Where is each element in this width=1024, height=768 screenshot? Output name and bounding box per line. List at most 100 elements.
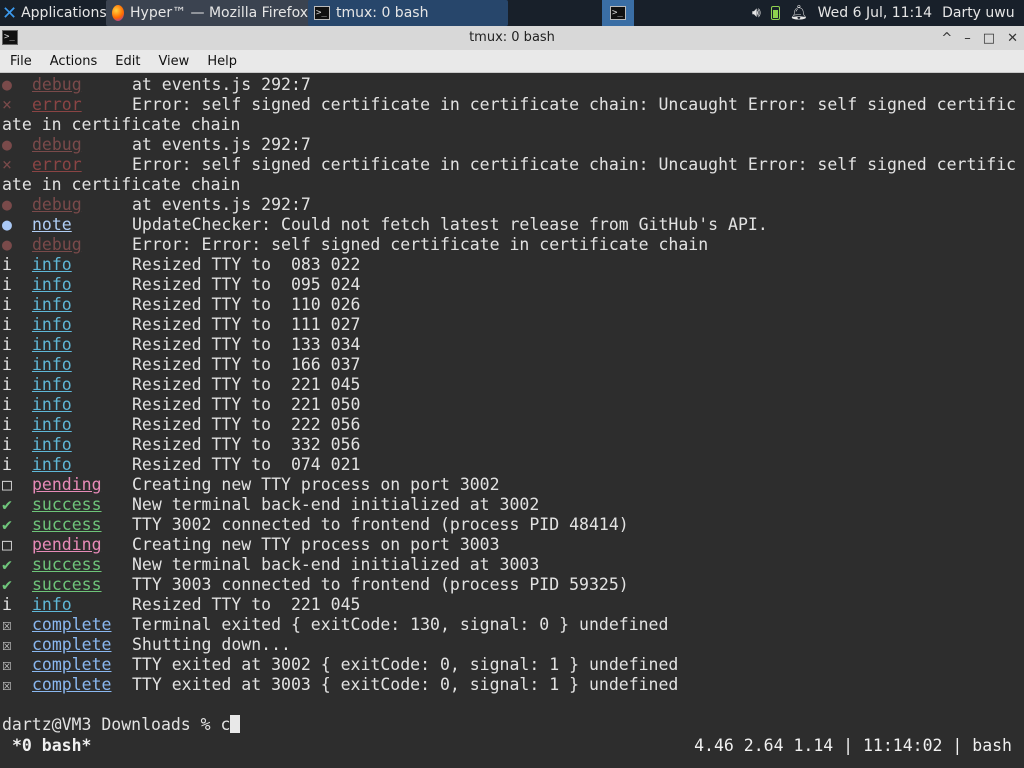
shell-prompt-line[interactable]: dartz@VM3 Downloads % c — [2, 715, 241, 735]
log-level: success — [32, 495, 102, 514]
info-status-icon: i — [2, 315, 12, 334]
log-message: Shutting down... — [132, 635, 291, 654]
log-level: debug — [32, 135, 82, 154]
log-level: complete — [32, 615, 112, 634]
log-level: info — [32, 315, 72, 334]
log-level: info — [32, 375, 72, 394]
notification-bell-icon[interactable]: 🔔︎ — [790, 5, 808, 21]
complete-status-icon: ☒ — [2, 635, 12, 654]
log-level: info — [32, 335, 72, 354]
log-message: Terminal exited { exitCode: 130, signal:… — [132, 615, 669, 634]
volume-icon[interactable]: 🔊︎ — [752, 5, 761, 21]
applications-menu[interactable]: ✕ Applications — [2, 0, 107, 26]
log-level: debug — [32, 195, 82, 214]
pending-status-icon: □ — [2, 535, 12, 554]
log-message: at events.js 292:7 — [132, 195, 311, 214]
log-level: complete — [32, 675, 112, 694]
terminal-line: ☒ complete TTY exited at 3003 { exitCode: … — [2, 675, 678, 695]
log-level: info — [32, 595, 72, 614]
battery-icon[interactable] — [770, 6, 780, 20]
log-message: TTY exited at 3002 { exitCode: 0, signal… — [132, 655, 679, 674]
menu-file[interactable]: File — [0, 54, 40, 69]
info-status-icon: i — [2, 295, 12, 314]
log-message: Creating new TTY process on port 3002 — [132, 475, 500, 494]
terminal-line: ✔ success TTY 3002 connected to frontend (… — [2, 515, 629, 535]
maximize-button[interactable]: □ — [983, 31, 995, 46]
window-titlebar[interactable]: >_ tmux: 0 bash ^ – □ ✕ — [0, 26, 1024, 50]
menu-edit[interactable]: Edit — [105, 54, 148, 69]
terminal-line: □ pending Creating new TTY process on port… — [2, 535, 500, 555]
terminal-line: i info Resized TTY to 221 050 — [2, 395, 360, 415]
terminal-line: ● debug Error: Error: self signed certific… — [2, 235, 708, 255]
log-message: Resized TTY to 166 037 — [132, 355, 361, 374]
log-message: Creating new TTY process on port 3003 — [132, 535, 500, 554]
log-level: error — [32, 95, 82, 114]
taskbar-firefox-label: Hyper™ — Mozilla Firefox — [130, 5, 308, 21]
terminal-line: ate in certificate chain — [2, 115, 240, 135]
user-menu[interactable]: Darty uwu — [942, 5, 1015, 21]
terminal-line: i info Resized TTY to 332 056 — [2, 435, 360, 455]
log-level: info — [32, 395, 72, 414]
terminal-line: × error Error: self signed certificate in … — [2, 155, 1016, 175]
terminal-line: ☒ complete Shutting down... — [2, 635, 291, 655]
log-level: info — [32, 295, 72, 314]
command-input[interactable]: c — [221, 715, 231, 734]
workspace-switcher[interactable]: >_ — [602, 0, 634, 26]
terminal-output[interactable]: ● debug at events.js 292:7 × error Error: sel… — [0, 73, 1024, 768]
terminal-line: ● debug at events.js 292:7 — [2, 195, 311, 215]
error-status-icon: × — [2, 95, 12, 114]
log-level: debug — [32, 235, 82, 254]
log-level: info — [32, 435, 72, 454]
log-message: Resized TTY to 332 056 — [132, 435, 361, 454]
clock[interactable]: Wed 6 Jul, 11:14 — [818, 5, 932, 21]
terminal-line: ✔ success New terminal back-end initialize… — [2, 555, 539, 575]
success-status-icon: ✔ — [2, 575, 12, 594]
log-message: Resized TTY to 111 027 — [132, 315, 361, 334]
taskbar-tmux[interactable]: >_ tmux: 0 bash — [308, 0, 508, 26]
shade-button[interactable]: ^ — [941, 31, 952, 46]
info-status-icon: i — [2, 255, 12, 274]
tmux-window-list[interactable]: *0 bash* — [12, 736, 91, 755]
terminal-line: ☒ complete Terminal exited { exitCode: 130… — [2, 615, 668, 635]
firefox-icon — [112, 5, 124, 21]
log-message: UpdateChecker: Could not fetch latest re… — [132, 215, 768, 234]
xfce-logo-icon: ✕ — [2, 2, 18, 24]
log-message: ate in certificate chain — [2, 175, 241, 194]
log-level: info — [32, 355, 72, 374]
window-title: tmux: 0 bash — [469, 30, 555, 45]
log-message: Error: self signed certificate in certif… — [132, 155, 1017, 174]
terminal-line: i info Resized TTY to 110 026 — [2, 295, 360, 315]
system-tray: 🔊︎ 🔔︎ Wed 6 Jul, 11:14 Darty uwu — [752, 0, 1015, 26]
workspace-terminal-icon: >_ — [610, 6, 626, 20]
text-cursor — [230, 715, 241, 733]
error-status-icon: × — [2, 155, 12, 174]
minimize-button[interactable]: – — [964, 31, 971, 46]
top-panel: ✕ Applications Hyper™ — Mozilla Firefox … — [0, 0, 1024, 26]
log-message: Resized TTY to 095 024 — [132, 275, 361, 294]
log-message: TTY 3002 connected to frontend (process … — [132, 515, 629, 534]
terminal-line: ate in certificate chain — [2, 175, 240, 195]
terminal-line: i info Resized TTY to 111 027 — [2, 315, 360, 335]
terminal-line: i info Resized TTY to 221 045 — [2, 375, 360, 395]
info-status-icon: i — [2, 595, 12, 614]
log-level: success — [32, 575, 102, 594]
terminal-line: i info Resized TTY to 166 037 — [2, 355, 360, 375]
success-status-icon: ✔ — [2, 515, 12, 534]
log-message: Resized TTY to 221 045 — [132, 375, 361, 394]
terminal-line: ☒ complete TTY exited at 3002 { exitCode: … — [2, 655, 678, 675]
pending-status-icon: □ — [2, 475, 12, 494]
terminal-line: ● debug at events.js 292:7 — [2, 75, 311, 95]
info-status-icon: i — [2, 355, 12, 374]
menu-actions[interactable]: Actions — [40, 54, 106, 69]
log-message: New terminal back-end initialized at 300… — [132, 495, 540, 514]
menu-help[interactable]: Help — [197, 54, 245, 69]
terminal-line: ● debug at events.js 292:7 — [2, 135, 311, 155]
log-message: Resized TTY to 222 056 — [132, 415, 361, 434]
close-button[interactable]: ✕ — [1007, 31, 1018, 46]
menu-view[interactable]: View — [148, 54, 197, 69]
log-level: pending — [32, 535, 102, 554]
log-message: Error: Error: self signed certificate in… — [132, 235, 709, 254]
log-level: note — [32, 215, 72, 234]
taskbar-firefox[interactable]: Hyper™ — Mozilla Firefox — [106, 0, 314, 26]
terminal-line: ✔ success TTY 3003 connected to frontend (… — [2, 575, 629, 595]
